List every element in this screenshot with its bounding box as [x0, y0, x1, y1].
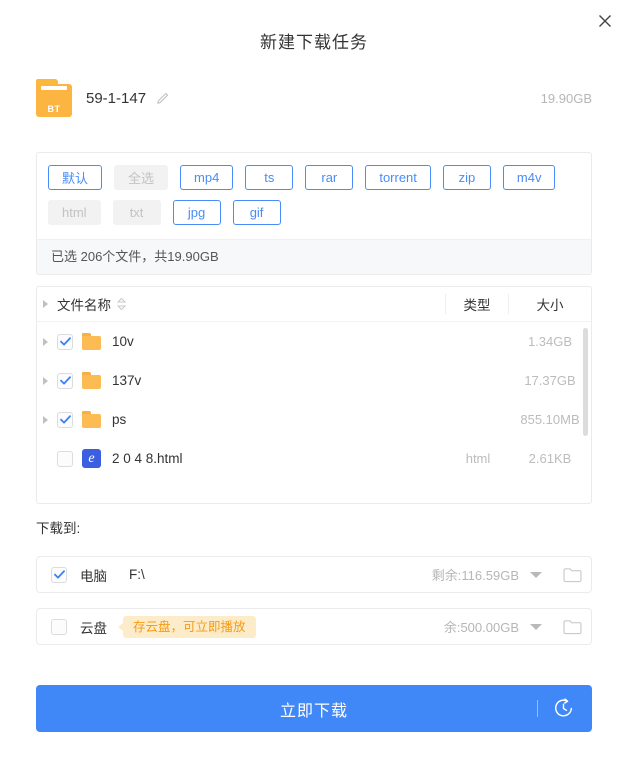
- file-list: 文件名称 类型 大小 10v 1.34GB 137v 17.37GB ps 855.10M…: [36, 286, 592, 504]
- selection-summary: 已选 206个文件，共19.90GB: [37, 239, 591, 274]
- row-checkbox[interactable]: [57, 333, 73, 350]
- bt-icon-label: BT: [47, 104, 61, 114]
- filter-panel: 默认 全选 mp4 ts rar torrent zip m4v html txt jpg gif 已…: [36, 152, 592, 275]
- expand-caret-icon[interactable]: [37, 415, 53, 424]
- torrent-header-row: BT 59-1-147 19.90GB: [36, 74, 592, 122]
- filter-tag-ts[interactable]: ts: [245, 165, 294, 190]
- destination-cloud-free: 余:500.00GB: [443, 620, 519, 635]
- destination-cloud-browse-folder-icon[interactable]: [553, 619, 591, 635]
- destination-computer-name: 电脑: [80, 568, 107, 584]
- row-checkbox[interactable]: [57, 450, 73, 467]
- torrent-total-size: 19.90GB: [540, 90, 592, 106]
- filter-tag-zip[interactable]: zip: [442, 165, 491, 190]
- row-file-name: ps: [112, 412, 127, 427]
- dialog-titlebar: 新建下载任务: [0, 0, 628, 62]
- cloud-promo-tooltip: 存云盘，可立即播放: [118, 615, 256, 638]
- destination-computer-browse-folder-icon[interactable]: [553, 567, 591, 583]
- expand-all-caret-icon[interactable]: [37, 300, 53, 308]
- row-file-size: 17.37GB: [524, 373, 576, 388]
- folder-icon: [82, 411, 101, 428]
- page-title: 新建下载任务: [260, 33, 368, 52]
- table-row[interactable]: ps 855.10MB: [37, 400, 591, 439]
- file-rows-container: 10v 1.34GB 137v 17.37GB ps 855.10MB e 2 0 4 8.h…: [37, 322, 591, 478]
- filter-tag-txt[interactable]: txt: [112, 200, 161, 225]
- close-icon[interactable]: [592, 8, 618, 34]
- clock-timer-icon[interactable]: [553, 698, 574, 724]
- table-row[interactable]: e 2 0 4 8.html html 2.61KB: [37, 439, 591, 478]
- filter-tag-默认[interactable]: 默认: [48, 165, 103, 190]
- download-now-label: 立即下载: [279, 702, 348, 720]
- filter-tag-html[interactable]: html: [48, 200, 101, 225]
- row-checkbox[interactable]: [57, 372, 73, 389]
- row-file-size: 2.61KB: [528, 451, 572, 466]
- filter-tag-list: 默认 全选 mp4 ts rar torrent zip m4v html txt jpg gif: [37, 153, 591, 239]
- destination-cloud-checkbox[interactable]: [51, 618, 67, 635]
- download-now-button[interactable]: 立即下载: [36, 685, 592, 732]
- filter-tag-rar[interactable]: rar: [305, 165, 354, 190]
- table-row[interactable]: 10v 1.34GB: [37, 322, 591, 361]
- destination-row-computer[interactable]: 电脑 F:\ 剩余:116.59GB: [36, 556, 592, 593]
- column-header-size[interactable]: 大小: [508, 294, 591, 314]
- destination-computer-path: F:\: [129, 567, 145, 582]
- destination-computer-checkbox[interactable]: [51, 566, 67, 583]
- expand-caret-icon[interactable]: [37, 337, 53, 346]
- destination-cloud-dropdown-icon[interactable]: [519, 623, 553, 630]
- file-list-header: 文件名称 类型 大小: [37, 287, 591, 322]
- destination-row-cloud[interactable]: 云盘 存云盘，可立即播放 余:500.00GB: [36, 608, 592, 645]
- file-list-body: 10v 1.34GB 137v 17.37GB ps 855.10MB e 2 0 4 8.h…: [37, 322, 591, 503]
- column-header-type[interactable]: 类型: [445, 294, 508, 314]
- ie-browser-icon: e: [82, 449, 101, 468]
- destination-computer-dropdown-icon[interactable]: [519, 571, 553, 578]
- sort-chevron-icon[interactable]: [117, 297, 126, 311]
- button-divider: [537, 700, 538, 717]
- destination-computer-free: 剩余:116.59GB: [431, 568, 519, 583]
- file-list-scrollbar[interactable]: [583, 328, 588, 436]
- row-file-size: 855.10MB: [520, 412, 580, 427]
- column-header-name-label: 文件名称: [57, 298, 111, 313]
- filter-tag-gif[interactable]: gif: [232, 200, 281, 225]
- bt-folder-icon: BT: [36, 79, 72, 117]
- row-file-name: 10v: [112, 334, 134, 349]
- table-row[interactable]: 137v 17.37GB: [37, 361, 591, 400]
- destination-cloud-name: 云盘: [80, 620, 107, 636]
- row-checkbox[interactable]: [57, 411, 73, 428]
- filter-tag-全选[interactable]: 全选: [114, 165, 169, 190]
- column-header-name[interactable]: 文件名称: [53, 294, 445, 314]
- row-file-name: 137v: [112, 373, 142, 388]
- filter-tag-mp4[interactable]: mp4: [180, 165, 234, 190]
- filter-tag-jpg[interactable]: jpg: [172, 200, 221, 225]
- row-file-type: html: [465, 451, 491, 466]
- row-file-size: 1.34GB: [527, 334, 573, 349]
- new-download-task-dialog: 新建下载任务 BT 59-1-147 19.90GB 默认 全选 mp4 ts rar t…: [0, 0, 628, 769]
- row-file-name: 2 0 4 8.html: [112, 451, 183, 466]
- expand-caret-icon[interactable]: [37, 376, 53, 385]
- folder-icon: [82, 333, 101, 350]
- filter-tag-torrent[interactable]: torrent: [365, 165, 431, 190]
- download-to-label: 下载到:: [36, 521, 81, 536]
- filter-tag-m4v[interactable]: m4v: [502, 165, 556, 190]
- folder-icon: [82, 372, 101, 389]
- pencil-icon[interactable]: [155, 91, 170, 106]
- torrent-name: 59-1-147: [86, 89, 147, 107]
